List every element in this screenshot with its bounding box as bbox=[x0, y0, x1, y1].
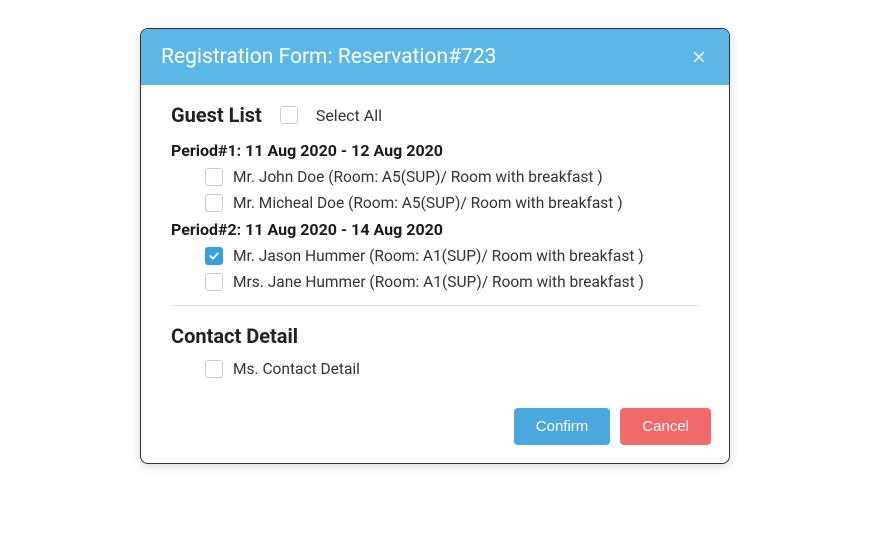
modal-header: Registration Form: Reservation#723 bbox=[141, 29, 729, 85]
confirm-button[interactable]: Confirm bbox=[514, 408, 611, 445]
select-all-label: Select All bbox=[316, 106, 382, 125]
select-all-checkbox[interactable] bbox=[280, 106, 298, 124]
cancel-button[interactable]: Cancel bbox=[620, 408, 711, 445]
period-title: Period#1: 11 Aug 2020 - 12 Aug 2020 bbox=[171, 141, 699, 160]
modal-title: Registration Form: Reservation#723 bbox=[161, 45, 496, 69]
contact-checkbox[interactable] bbox=[205, 360, 223, 378]
guest-row: Mr. John Doe (Room: A5(SUP)/ Room with b… bbox=[205, 168, 699, 186]
guest-row: Mr. Micheal Doe (Room: A5(SUP)/ Room wit… bbox=[205, 194, 699, 212]
modal-body: Guest List Select All Period#1: 11 Aug 2… bbox=[141, 85, 729, 396]
guest-list-heading: Guest List bbox=[171, 103, 262, 127]
guest-checkbox[interactable] bbox=[205, 194, 223, 212]
period-title: Period#2: 11 Aug 2020 - 14 Aug 2020 bbox=[171, 220, 699, 239]
contact-row: Ms. Contact Detail bbox=[205, 360, 699, 378]
guest-row: Mr. Jason Hummer (Room: A1(SUP)/ Room wi… bbox=[205, 247, 699, 265]
guest-label: Mr. Jason Hummer (Room: A1(SUP)/ Room wi… bbox=[233, 247, 644, 265]
guest-checkbox[interactable] bbox=[205, 247, 223, 265]
guest-label: Mr. John Doe (Room: A5(SUP)/ Room with b… bbox=[233, 168, 603, 186]
close-icon[interactable] bbox=[689, 47, 709, 67]
contact-label: Ms. Contact Detail bbox=[233, 360, 360, 378]
guest-label: Mrs. Jane Hummer (Room: A1(SUP)/ Room wi… bbox=[233, 273, 644, 291]
guest-label: Mr. Micheal Doe (Room: A5(SUP)/ Room wit… bbox=[233, 194, 623, 212]
modal-footer: Confirm Cancel bbox=[141, 396, 729, 463]
contact-detail-heading: Contact Detail bbox=[171, 324, 699, 348]
guest-checkbox[interactable] bbox=[205, 168, 223, 186]
guest-checkbox[interactable] bbox=[205, 273, 223, 291]
guest-list-header-row: Guest List Select All bbox=[171, 103, 699, 127]
guest-row: Mrs. Jane Hummer (Room: A1(SUP)/ Room wi… bbox=[205, 273, 699, 291]
section-divider bbox=[171, 305, 699, 306]
registration-modal: Registration Form: Reservation#723 Guest… bbox=[140, 28, 730, 464]
